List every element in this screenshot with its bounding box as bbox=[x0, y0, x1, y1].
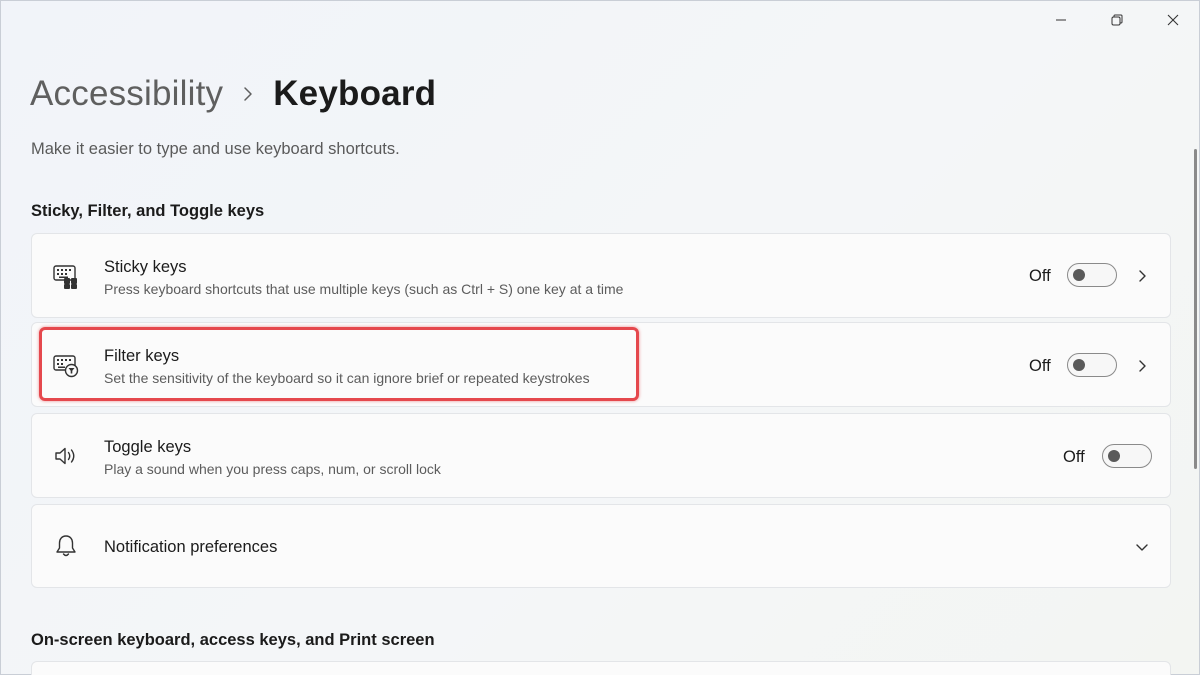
sticky-keys-row[interactable]: Sticky keys Press keyboard shortcuts tha… bbox=[31, 233, 1171, 318]
bell-icon bbox=[52, 532, 80, 560]
notification-preferences-title: Notification preferences bbox=[104, 538, 278, 556]
toggle-keys-row: Toggle keys Play a sound when you press … bbox=[31, 413, 1171, 498]
sticky-keys-state: Off bbox=[1029, 267, 1051, 285]
breadcrumb-accessibility-link[interactable]: Accessibility bbox=[30, 74, 223, 114]
chevron-down-icon[interactable] bbox=[1132, 537, 1152, 557]
toggle-keys-title: Toggle keys bbox=[104, 438, 192, 456]
settings-window: Accessibility Keyboard Make it easier to… bbox=[0, 0, 1200, 675]
scrollbar-thumb[interactable] bbox=[1194, 149, 1197, 469]
restore-button[interactable] bbox=[1089, 1, 1145, 39]
toggle-knob bbox=[1073, 268, 1085, 281]
toggle-keys-toggle[interactable] bbox=[1102, 444, 1152, 468]
toggle-keys-state: Off bbox=[1063, 448, 1085, 466]
section-title-sticky-filter-toggle: Sticky, Filter, and Toggle keys bbox=[31, 202, 265, 220]
notification-preferences-row[interactable]: Notification preferences bbox=[31, 504, 1171, 588]
toggle-knob bbox=[1073, 358, 1085, 371]
sticky-keys-description: Press keyboard shortcuts that use multip… bbox=[104, 281, 624, 297]
minimize-button[interactable] bbox=[1033, 1, 1089, 39]
toggle-knob bbox=[1108, 449, 1120, 462]
filter-keys-toggle[interactable] bbox=[1067, 353, 1117, 377]
page-subtitle: Make it easier to type and use keyboard … bbox=[31, 140, 400, 158]
page-title: Keyboard bbox=[273, 74, 437, 113]
section-title-on-screen-keyboard: On-screen keyboard, access keys, and Pri… bbox=[31, 631, 435, 649]
sticky-keys-chevron-right-icon[interactable] bbox=[1132, 266, 1152, 286]
filter-keys-chevron-right-icon[interactable] bbox=[1132, 356, 1152, 376]
breadcrumb-chevron-icon bbox=[243, 86, 253, 102]
restore-icon bbox=[1111, 14, 1123, 26]
sticky-keys-title: Sticky keys bbox=[104, 258, 187, 276]
breadcrumb: Accessibility Keyboard bbox=[30, 71, 436, 117]
sticky-keys-toggle[interactable] bbox=[1067, 263, 1117, 287]
speaker-icon bbox=[52, 442, 80, 470]
on-screen-keyboard-row[interactable] bbox=[31, 661, 1171, 675]
filter-keys-highlight-box bbox=[39, 327, 639, 401]
close-button[interactable] bbox=[1145, 1, 1200, 39]
minimize-icon bbox=[1056, 19, 1066, 21]
sticky-keys-icon bbox=[52, 262, 80, 290]
toggle-keys-description: Play a sound when you press caps, num, o… bbox=[104, 461, 441, 477]
filter-keys-state: Off bbox=[1029, 357, 1051, 375]
close-icon bbox=[1167, 14, 1179, 26]
